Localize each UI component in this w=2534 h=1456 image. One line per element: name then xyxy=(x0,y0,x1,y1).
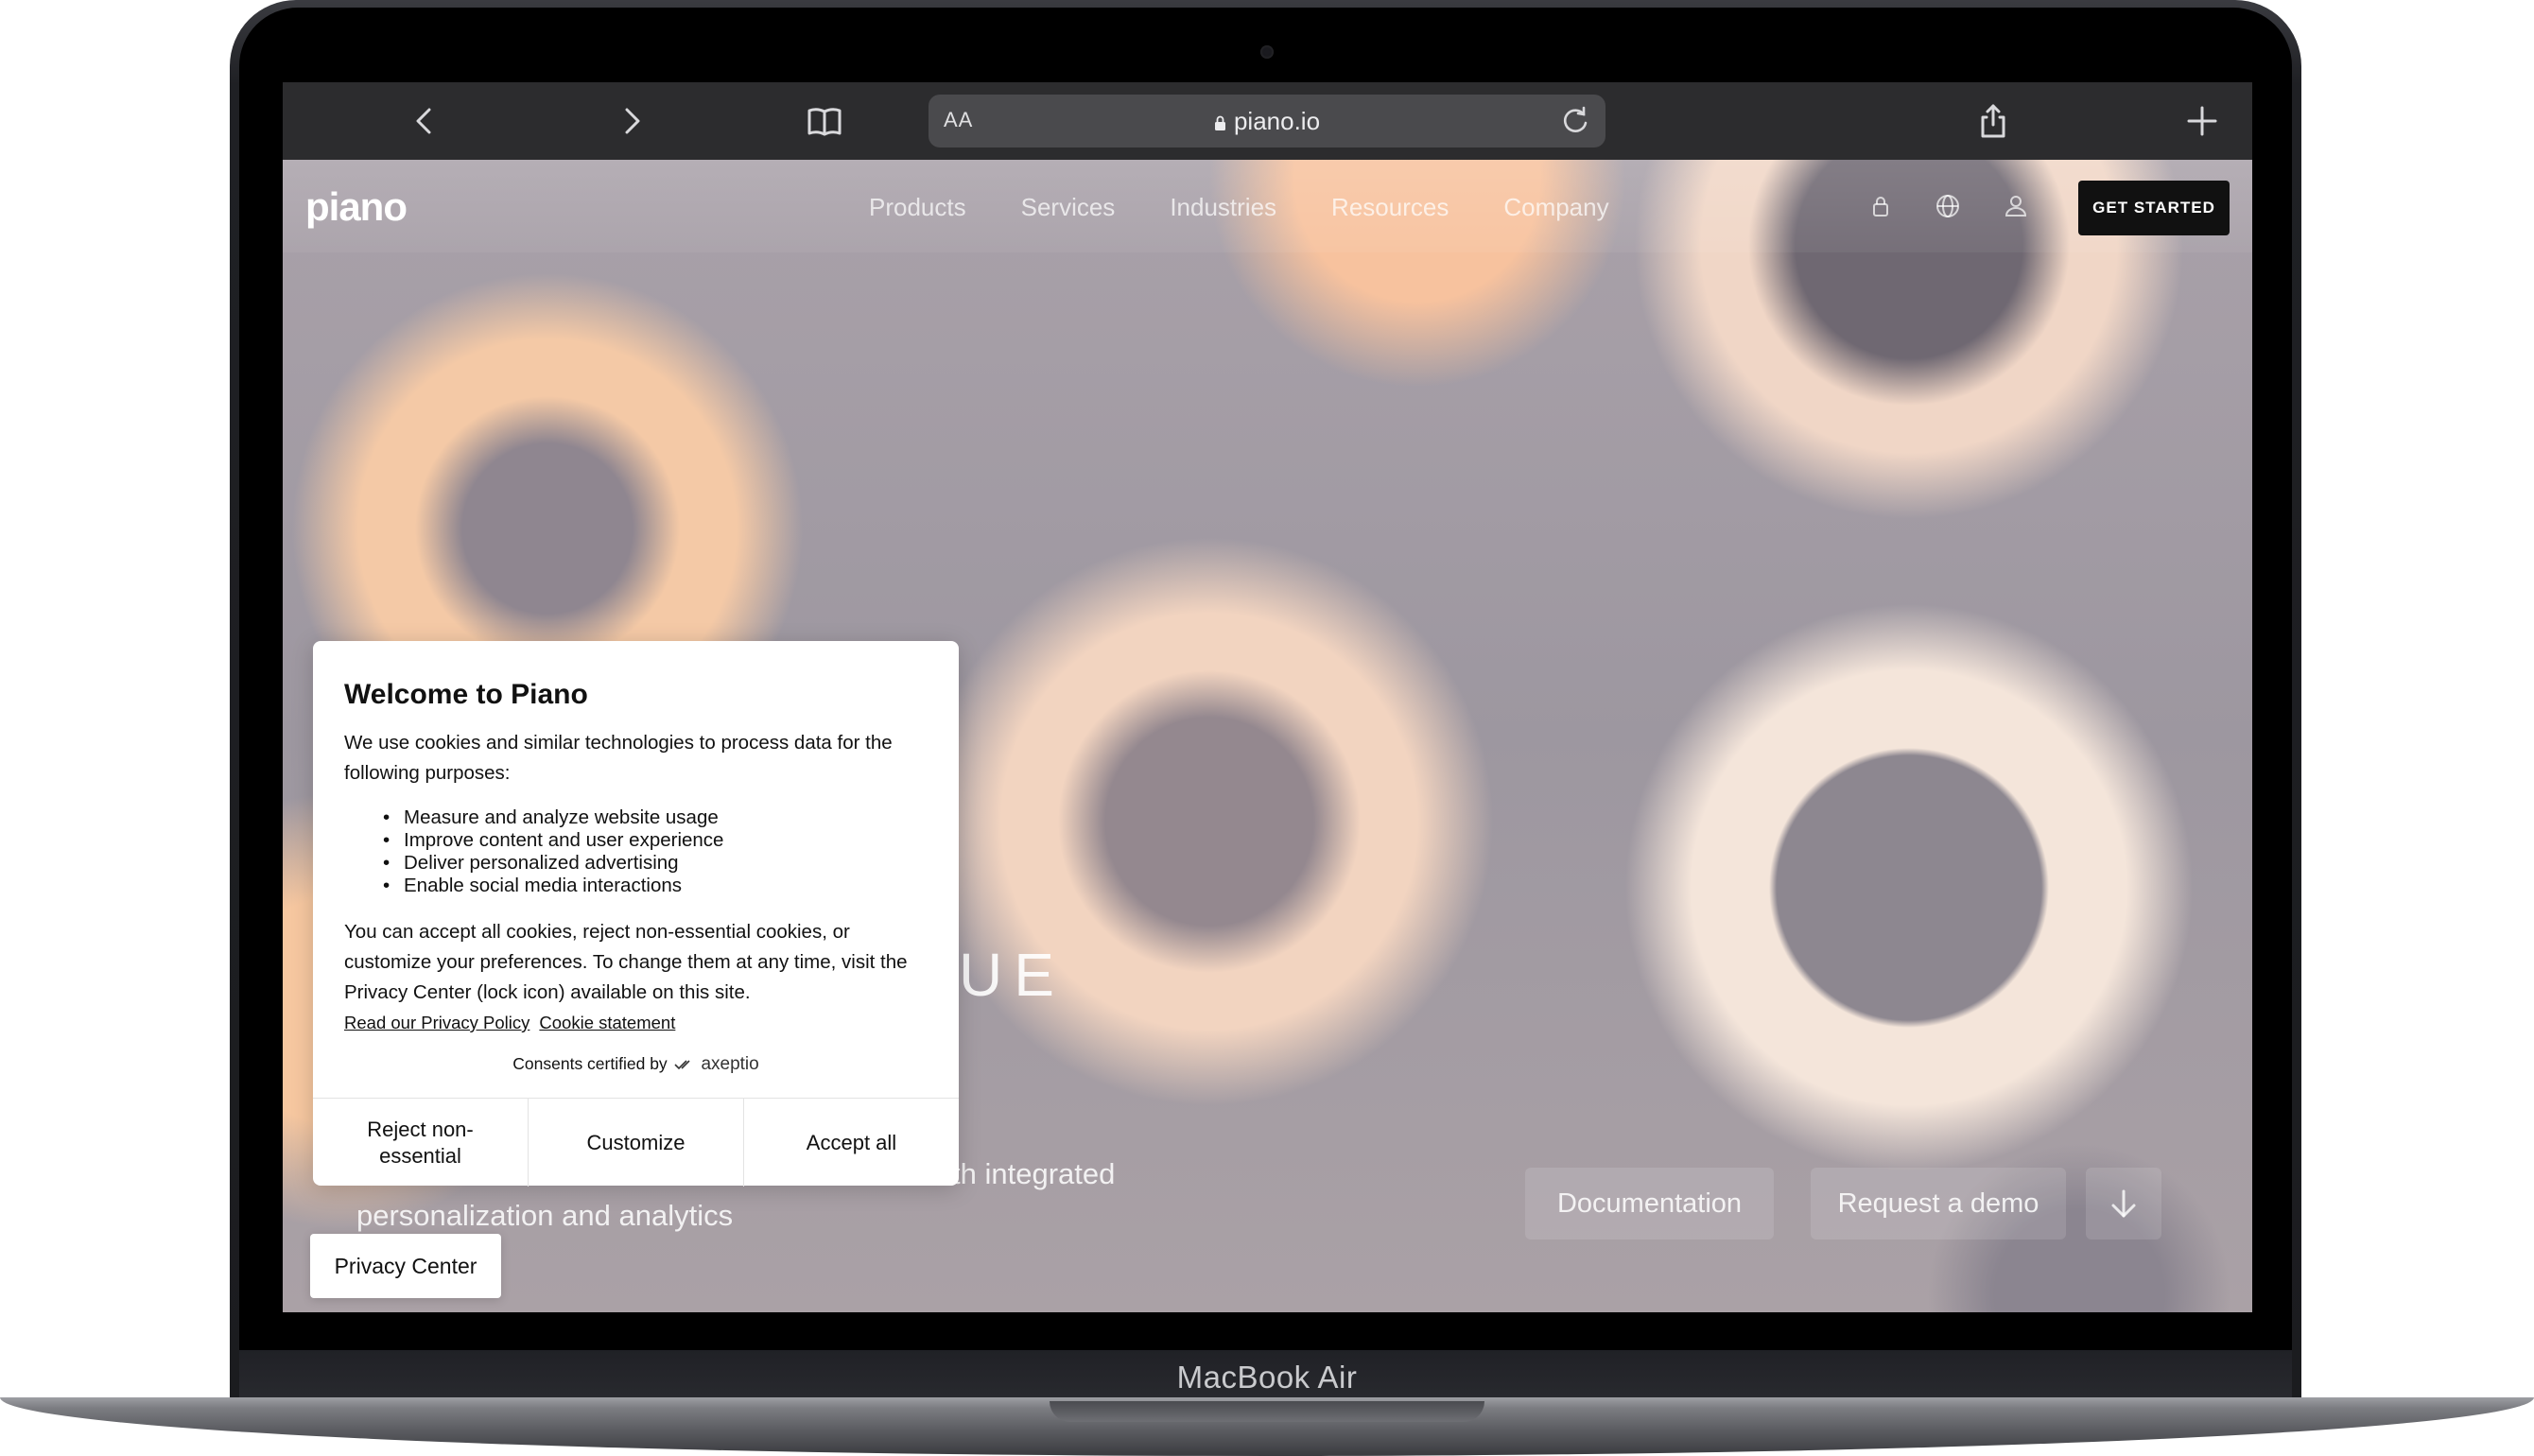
list-item: Improve content and user experience xyxy=(383,829,723,852)
checkmark-icon xyxy=(673,1060,690,1070)
request-demo-button[interactable]: Request a demo xyxy=(1811,1168,2066,1239)
cookie-intro: We use cookies and similar technologies … xyxy=(344,732,893,784)
list-item: Enable social media interactions xyxy=(383,875,723,897)
privacy-center-button[interactable]: Privacy Center xyxy=(310,1234,501,1298)
back-icon[interactable] xyxy=(403,99,446,143)
cookie-statement-link[interactable]: Cookie statement xyxy=(539,1013,675,1032)
certifier-logo[interactable]: axeptio xyxy=(701,1054,758,1074)
cookie-title: Welcome to Piano xyxy=(344,679,588,710)
reload-icon[interactable] xyxy=(1556,102,1594,140)
arrow-down-icon xyxy=(2111,1189,2136,1218)
cookie-links: Read our Privacy Policy Cookie statement xyxy=(344,1013,685,1033)
browser-toolbar: AA piano.io xyxy=(283,82,2252,160)
list-item: Deliver personalized advertising xyxy=(383,852,723,875)
bookmarks-icon[interactable] xyxy=(803,99,846,143)
site-header: piano Products Services Industries Resou… xyxy=(283,160,2252,252)
main-nav: Products Services Industries Resources C… xyxy=(869,193,1609,222)
nav-products[interactable]: Products xyxy=(869,193,966,222)
new-tab-icon[interactable] xyxy=(2180,99,2224,143)
laptop-hinge-notch xyxy=(1050,1401,1484,1422)
documentation-button[interactable]: Documentation xyxy=(1525,1168,1774,1239)
hero-subtitle-fragment: th integrated xyxy=(952,1157,1116,1190)
camera-icon xyxy=(1260,45,1274,59)
share-icon[interactable] xyxy=(1971,99,2015,143)
globe-icon[interactable] xyxy=(1934,192,1962,220)
hero-heading-fragment: UE xyxy=(959,941,1066,1009)
button-label: Reject non-essential xyxy=(367,1117,474,1168)
cookie-body: You can accept all cookies, reject non-e… xyxy=(344,921,908,1003)
nav-company[interactable]: Company xyxy=(1503,193,1608,222)
nav-services[interactable]: Services xyxy=(1021,193,1116,222)
reject-non-essential-button[interactable]: Reject non-essential xyxy=(313,1099,529,1187)
hero-subtitle-fragment: personalization and analytics xyxy=(356,1199,734,1232)
accept-all-button[interactable]: Accept all xyxy=(744,1099,959,1187)
forward-icon[interactable] xyxy=(610,99,653,143)
get-started-button[interactable]: GET STARTED xyxy=(2078,181,2230,235)
site-logo[interactable]: piano xyxy=(305,184,408,230)
lock-icon xyxy=(1214,115,1225,130)
nav-resources[interactable]: Resources xyxy=(1331,193,1449,222)
certified-by-label: Consents certified by xyxy=(512,1054,668,1073)
privacy-policy-link[interactable]: Read our Privacy Policy xyxy=(344,1013,529,1032)
list-item: Measure and analyze website usage xyxy=(383,806,723,829)
customize-button[interactable]: Customize xyxy=(529,1099,744,1187)
user-icon[interactable] xyxy=(2002,192,2030,220)
cookie-consent-dialog: Welcome to Piano We use cookies and simi… xyxy=(313,641,959,1187)
screen: AA piano.io piano Products Services Indu… xyxy=(283,82,2252,1312)
cookie-purposes-list: Measure and analyze website usage Improv… xyxy=(383,806,723,897)
privacy-lock-icon[interactable] xyxy=(1866,192,1895,220)
address-bar[interactable]: AA piano.io xyxy=(929,95,1605,147)
cookie-actions: Reject non-essential Customize Accept al… xyxy=(313,1098,959,1187)
url-display[interactable]: piano.io xyxy=(929,107,1605,136)
scroll-down-button[interactable] xyxy=(2086,1168,2161,1239)
laptop-brand-label: MacBook Air xyxy=(1176,1360,1358,1395)
nav-industries[interactable]: Industries xyxy=(1170,193,1276,222)
url-text: piano.io xyxy=(1233,107,1321,135)
certification-line: Consents certified by axeptio xyxy=(313,1054,959,1075)
